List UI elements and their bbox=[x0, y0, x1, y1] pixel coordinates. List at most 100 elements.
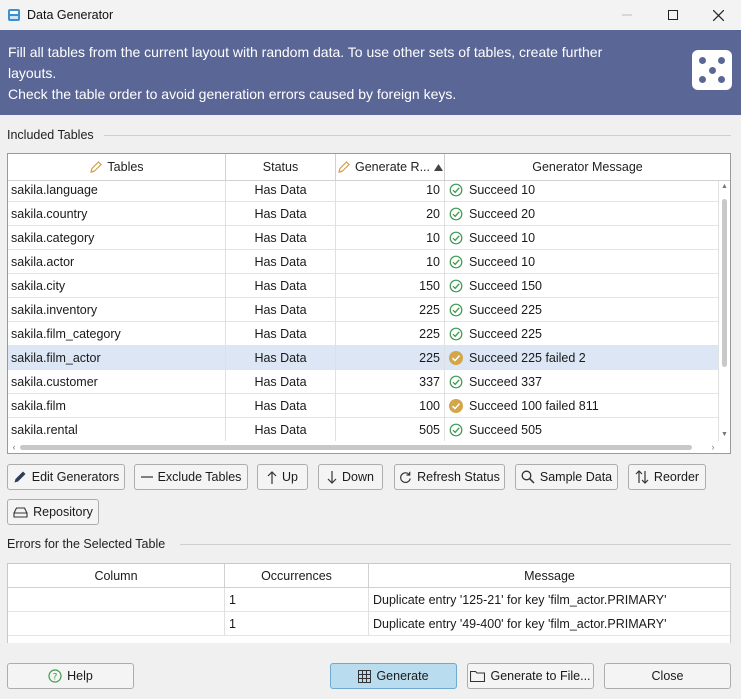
col-header-status[interactable]: Status bbox=[226, 154, 336, 180]
errors-grid[interactable]: Column Occurrences Message 1 Duplicate en… bbox=[7, 563, 731, 643]
reorder-button[interactable]: Reorder bbox=[628, 464, 706, 490]
scroll-right-icon[interactable]: › bbox=[707, 441, 719, 453]
col-header-generate-label: Generate R... bbox=[354, 160, 431, 174]
sample-data-button[interactable]: Sample Data bbox=[515, 464, 618, 490]
table-row[interactable]: sakila.city Has Data 150 Succeed 150 bbox=[8, 274, 719, 298]
table-name-cell[interactable]: sakila.language bbox=[8, 181, 226, 202]
grid-rows: sakila.language Has Data 10 Succeed 10 sakil… bbox=[8, 181, 719, 441]
generate-rows-cell[interactable]: 100 bbox=[336, 394, 445, 418]
table-row[interactable]: sakila.customer Has Data 337 Succeed 337 bbox=[8, 370, 719, 394]
err-col-header-message[interactable]: Message bbox=[369, 564, 730, 588]
err-col-header-occurrences[interactable]: Occurrences bbox=[225, 564, 369, 588]
generate-rows-cell[interactable]: 225 bbox=[336, 298, 445, 322]
scroll-left-icon[interactable]: ‹ bbox=[8, 441, 20, 453]
errors-title: Errors for the Selected Table bbox=[7, 537, 166, 551]
generator-message-text: Succeed 100 failed 811 bbox=[469, 399, 599, 413]
table-name-cell[interactable]: sakila.country bbox=[8, 202, 226, 226]
horizontal-scrollbar[interactable]: ‹ › bbox=[8, 441, 719, 453]
col-header-tables[interactable]: Tables bbox=[8, 154, 226, 180]
close-window-button[interactable] bbox=[695, 0, 741, 30]
help-button[interactable]: ? Help bbox=[7, 663, 134, 689]
generator-message-text: Succeed 10 bbox=[469, 231, 536, 245]
table-name-cell[interactable]: sakila.category bbox=[8, 226, 226, 250]
folder-icon bbox=[470, 670, 486, 682]
table-name-cell[interactable]: sakila.film_category bbox=[8, 322, 226, 346]
table-row[interactable]: sakila.film Has Data 100 Succeed 100 failed… bbox=[8, 394, 719, 418]
arrow-up-icon bbox=[267, 470, 277, 484]
generator-message-text: Succeed 225 bbox=[469, 303, 542, 317]
dice-icon bbox=[692, 50, 732, 90]
pencil-icon bbox=[90, 161, 103, 173]
generate-rows-cell[interactable]: 10 bbox=[336, 250, 445, 274]
minimize-button[interactable] bbox=[604, 0, 650, 30]
table-name-cell[interactable]: sakila.inventory bbox=[8, 298, 226, 322]
table-row[interactable]: sakila.film_actor Has Data 225 Succeed 225 … bbox=[8, 346, 719, 370]
check-circle-icon bbox=[449, 327, 463, 341]
table-grid-icon bbox=[358, 669, 372, 683]
table-name-cell[interactable]: sakila.film_actor bbox=[8, 346, 226, 370]
exclude-tables-label: Exclude Tables bbox=[157, 470, 242, 484]
table-row[interactable]: sakila.film_category Has Data 225 Succeed 2… bbox=[8, 322, 719, 346]
table-name-cell[interactable]: sakila.film bbox=[8, 394, 226, 418]
refresh-status-button[interactable]: Refresh Status bbox=[394, 464, 505, 490]
vertical-scroll-thumb[interactable] bbox=[722, 199, 727, 367]
generate-rows-cell[interactable]: 10 bbox=[336, 181, 445, 202]
minus-icon bbox=[140, 476, 153, 478]
generate-rows-cell[interactable]: 225 bbox=[336, 346, 445, 370]
generate-rows-cell[interactable]: 150 bbox=[336, 274, 445, 298]
included-tables-grid[interactable]: Tables Status Generate R... Generator Me… bbox=[7, 153, 731, 454]
table-row[interactable]: sakila.inventory Has Data 225 Succeed 225 bbox=[8, 298, 719, 322]
generate-rows-cell[interactable]: 20 bbox=[336, 202, 445, 226]
generate-rows-cell[interactable]: 505 bbox=[336, 418, 445, 441]
exclude-tables-button[interactable]: Exclude Tables bbox=[134, 464, 248, 490]
generator-message-cell: Succeed 10 bbox=[445, 181, 719, 202]
table-name-cell[interactable]: sakila.rental bbox=[8, 418, 226, 441]
close-button[interactable]: Close bbox=[604, 663, 731, 689]
generator-message-text: Succeed 505 bbox=[469, 423, 542, 437]
table-name-cell[interactable]: sakila.customer bbox=[8, 370, 226, 394]
edit-generators-button[interactable]: Edit Generators bbox=[7, 464, 125, 490]
generate-to-file-button[interactable]: Generate to File... bbox=[467, 663, 594, 689]
generate-button[interactable]: Generate bbox=[330, 663, 457, 689]
generator-message-text: Succeed 225 failed 2 bbox=[469, 351, 586, 365]
generate-rows-cell[interactable]: 10 bbox=[336, 226, 445, 250]
table-name-cell[interactable]: sakila.city bbox=[8, 274, 226, 298]
err-col-header-column[interactable]: Column bbox=[8, 564, 225, 588]
sample-data-label: Sample Data bbox=[539, 470, 613, 484]
check-circle-icon bbox=[449, 375, 463, 389]
refresh-status-label: Refresh Status bbox=[417, 470, 500, 484]
pencil-icon bbox=[14, 471, 26, 483]
repository-button[interactable]: Repository bbox=[7, 499, 99, 525]
error-column-cell bbox=[8, 612, 225, 636]
status-cell: Has Data bbox=[226, 370, 336, 394]
scroll-down-icon[interactable]: ▼ bbox=[719, 429, 730, 441]
sort-ascending-icon bbox=[434, 163, 444, 171]
table-row[interactable]: sakila.category Has Data 10 Succeed 10 bbox=[8, 226, 719, 250]
table-row[interactable]: sakila.country Has Data 20 Succeed 20 bbox=[8, 202, 719, 226]
generator-message-cell: Succeed 10 bbox=[445, 226, 719, 250]
status-cell: Has Data bbox=[226, 250, 336, 274]
generate-rows-cell[interactable]: 225 bbox=[336, 322, 445, 346]
error-row[interactable]: 1 Duplicate entry '49-400' for key 'film_… bbox=[8, 612, 730, 636]
table-name-cell[interactable]: sakila.actor bbox=[8, 250, 226, 274]
help-label: Help bbox=[67, 669, 93, 683]
table-row[interactable]: sakila.actor Has Data 10 Succeed 10 bbox=[8, 250, 719, 274]
horizontal-scroll-thumb[interactable] bbox=[20, 445, 692, 450]
err-col-header-column-label: Column bbox=[94, 569, 138, 583]
col-header-message[interactable]: Generator Message bbox=[445, 154, 730, 180]
err-col-header-message-label: Message bbox=[524, 569, 575, 583]
included-tables-divider bbox=[104, 135, 731, 136]
generator-message-cell: Succeed 225 failed 2 bbox=[445, 346, 719, 370]
table-row[interactable]: sakila.language Has Data 10 Succeed 10 bbox=[8, 181, 719, 202]
generate-rows-cell[interactable]: 337 bbox=[336, 370, 445, 394]
maximize-button[interactable] bbox=[650, 0, 696, 30]
down-button[interactable]: Down bbox=[318, 464, 383, 490]
status-cell: Has Data bbox=[226, 181, 336, 202]
error-row[interactable]: 1 Duplicate entry '125-21' for key 'film_… bbox=[8, 588, 730, 612]
table-row[interactable]: sakila.rental Has Data 505 Succeed 505 bbox=[8, 418, 719, 441]
scroll-up-icon[interactable]: ▲ bbox=[719, 181, 730, 193]
col-header-generate[interactable]: Generate R... bbox=[336, 154, 445, 180]
up-button[interactable]: Up bbox=[257, 464, 308, 490]
status-cell: Has Data bbox=[226, 202, 336, 226]
vertical-scrollbar[interactable]: ▲ ▼ bbox=[719, 181, 730, 441]
